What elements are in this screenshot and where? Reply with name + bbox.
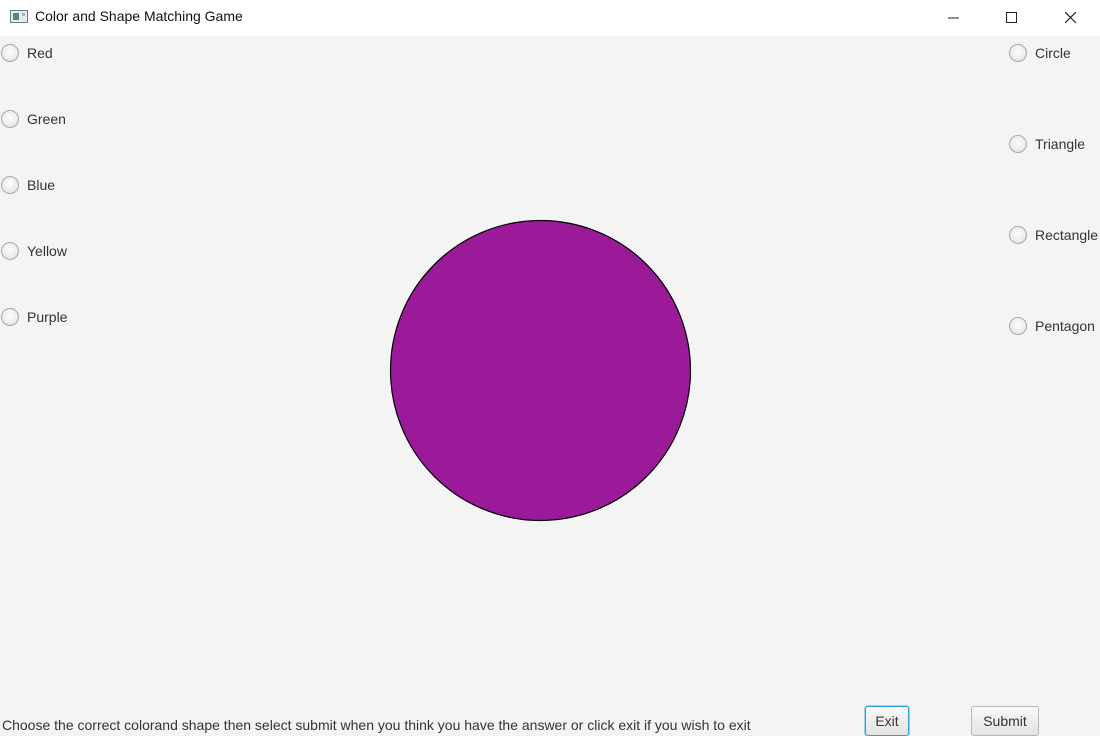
submit-button[interactable]: Submit: [971, 706, 1039, 736]
color-option-yellow[interactable]: Yellow: [1, 240, 67, 262]
color-option-label: Red: [27, 45, 53, 61]
maximize-button[interactable]: [983, 0, 1041, 36]
radio-button[interactable]: [1, 176, 19, 194]
shape-option-triangle[interactable]: Triangle: [1009, 133, 1085, 155]
exit-button[interactable]: Exit: [865, 706, 909, 736]
shape-display: [388, 218, 693, 523]
close-icon: [1065, 12, 1077, 24]
colored-circle-shape: [389, 219, 692, 522]
window-title: Color and Shape Matching Game: [35, 8, 243, 24]
color-option-purple[interactable]: Purple: [1, 306, 67, 328]
minimize-icon: [948, 17, 959, 19]
shape-option-pentagon[interactable]: Pentagon: [1009, 315, 1095, 337]
radio-button[interactable]: [1, 308, 19, 326]
maximize-icon: [1006, 12, 1017, 23]
radio-button[interactable]: [1, 242, 19, 260]
shape-option-label: Triangle: [1035, 136, 1086, 152]
title-bar: Color and Shape Matching Game: [0, 0, 1100, 36]
app-window-icon: [10, 10, 28, 23]
shape-option-label: Pentagon: [1035, 318, 1095, 334]
shape-canvas: [389, 219, 692, 522]
color-option-green[interactable]: Green: [1, 108, 66, 130]
color-option-label: Yellow: [27, 243, 67, 259]
shape-option-label: Rectangle: [1035, 227, 1099, 243]
radio-button[interactable]: [1009, 226, 1027, 244]
close-button[interactable]: [1042, 0, 1100, 36]
minimize-button[interactable]: [925, 0, 983, 36]
radio-button[interactable]: [1009, 44, 1027, 62]
radio-button[interactable]: [1009, 317, 1027, 335]
color-option-label: Green: [27, 111, 66, 127]
shape-option-label: Circle: [1035, 45, 1071, 61]
radio-button[interactable]: [1, 110, 19, 128]
instructions-text: Choose the correct colorand shape then s…: [2, 717, 751, 733]
radio-button[interactable]: [1009, 135, 1027, 153]
radio-button[interactable]: [1, 44, 19, 62]
shape-option-circle[interactable]: Circle: [1009, 42, 1071, 64]
color-option-red[interactable]: Red: [1, 42, 53, 64]
color-option-blue[interactable]: Blue: [1, 174, 55, 196]
color-option-label: Purple: [27, 309, 68, 325]
shape-option-rectangle[interactable]: Rectangle: [1009, 224, 1098, 246]
color-option-label: Blue: [27, 177, 56, 193]
